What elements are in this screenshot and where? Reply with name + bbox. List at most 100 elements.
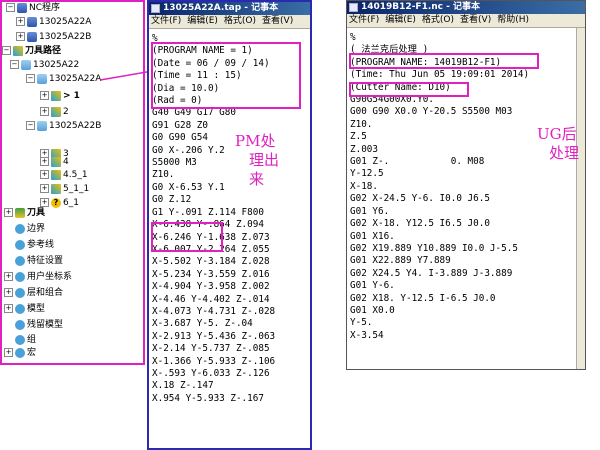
highlight-box-header — [151, 42, 301, 109]
tree-item[interactable]: 组 — [4, 334, 36, 347]
tree-item-label: 边界 — [27, 224, 46, 234]
expand-toggle-icon[interactable]: + — [4, 348, 13, 357]
menu-help[interactable]: 帮助(H) — [497, 15, 529, 25]
tree-item[interactable]: − 刀具路径 — [2, 45, 61, 58]
tree-item[interactable]: +13025A22A — [16, 16, 91, 29]
expand-toggle-icon[interactable]: + — [4, 272, 13, 281]
menu-edit[interactable]: 编辑(E) — [187, 16, 218, 26]
menu-view[interactable]: 查看(V) — [262, 16, 293, 26]
expand-toggle-icon[interactable]: + — [40, 157, 49, 166]
expand-toggle-icon[interactable]: − — [6, 3, 15, 12]
vertical-scrollbar[interactable] — [576, 28, 585, 369]
code-line: X.954 Y-5.933 Z-.167 — [152, 392, 264, 404]
highlight-box-cutter-name — [349, 82, 469, 97]
tree-item[interactable]: +2 — [40, 106, 69, 119]
folder-icon — [21, 59, 31, 70]
tree-item[interactable]: +13025A22B — [16, 31, 91, 44]
tree-item-label: 5_1_1 — [63, 184, 90, 194]
menu-edit[interactable]: 编辑(E) — [385, 15, 416, 25]
tree-item-label: NC程序 — [29, 3, 61, 13]
expand-toggle-icon[interactable]: − — [2, 46, 11, 55]
code-line: X-5.502 Y-3.184 Z.028 — [152, 256, 270, 268]
code-line: X-1.366 Y-5.933 Z-.106 — [152, 355, 276, 367]
expand-toggle-icon[interactable]: + — [40, 91, 49, 100]
tree-item-label: 13025A22A — [39, 17, 92, 27]
tree-item[interactable]: − 13025A22A — [26, 73, 101, 86]
highlight-box-spindle — [151, 222, 223, 252]
tree-item[interactable]: 参考线 — [4, 239, 54, 252]
tree-item[interactable]: + 层和组合 — [4, 287, 63, 300]
group-icon — [15, 334, 25, 345]
code-line: G0 G90 G54 — [152, 132, 208, 144]
expand-toggle-icon[interactable]: + — [40, 107, 49, 116]
text-area[interactable]: %( 法兰克后处理 ) (PROGRAM NAME: 14019B12-F1) (T… — [347, 28, 585, 342]
code-line: X-4.46 Y-4.402 Z-.014 — [152, 293, 270, 305]
tree-item-label: 4.5_1 — [63, 170, 88, 180]
tree-item[interactable]: + 用户坐标系 — [4, 271, 72, 284]
tree-item-label: 特征设置 — [27, 256, 64, 266]
tree-item-label: 6_1 — [63, 198, 79, 208]
tree-item-label: 宏 — [27, 348, 37, 358]
code-line: X-4.904 Y-3.958 Z.002 — [152, 281, 270, 293]
code-line: G02 X19.889 Y10.889 I0.0 J-5.5 — [350, 242, 518, 254]
tree-item[interactable]: − 13025A22 — [10, 59, 79, 72]
menu-format[interactable]: 格式(O) — [224, 16, 256, 26]
expand-toggle-icon[interactable]: + — [40, 198, 49, 207]
folder-icon — [37, 73, 47, 84]
tree-item-label: 残留模型 — [27, 320, 64, 330]
tree-item[interactable]: 边界 — [4, 223, 45, 236]
tree-item[interactable]: + 宏 — [4, 347, 36, 360]
expand-toggle-icon[interactable]: − — [26, 121, 35, 130]
tree-item[interactable]: +5_1_1 — [40, 183, 89, 196]
tree-item[interactable]: +4.5_1 — [40, 169, 88, 182]
tree-item-label: 刀具路径 — [25, 46, 62, 56]
expand-toggle-icon[interactable]: + — [40, 184, 49, 193]
expand-toggle-icon[interactable]: − — [26, 74, 35, 83]
menu-view[interactable]: 查看(V) — [460, 15, 491, 25]
window-title: 14019B12-F1.nc - 记事本 — [361, 2, 481, 12]
title-bar[interactable]: 14019B12-F1.nc - 记事本 — [347, 1, 585, 14]
menu-file[interactable]: 文件(F) — [151, 16, 181, 26]
code-line: G0 X-6.53 Y.1 — [152, 181, 225, 193]
expand-toggle-icon[interactable]: + — [4, 304, 13, 313]
code-line: G02 X18. Y-12.5 I-6.5 J0.0 — [350, 292, 496, 304]
tree-item-label: > 1 — [63, 91, 80, 101]
boundary-icon — [15, 223, 25, 234]
tree-item[interactable]: + 刀具 — [4, 207, 45, 220]
tree-item-label: 13025A22B — [39, 32, 92, 42]
tree-item[interactable]: +? 6_1 — [40, 197, 79, 210]
annotation-line: 来 — [249, 170, 265, 188]
explorer-tree-panel: − NC程序 +13025A22A +13025A22B − 刀具路径 −13025A22−… — [0, 0, 145, 365]
code-line: S5000 M3 — [152, 157, 197, 169]
tree-item[interactable]: 残留模型 — [4, 319, 63, 332]
nc-file-icon — [27, 16, 37, 27]
expand-toggle-icon[interactable]: + — [40, 170, 49, 179]
tool-icon — [15, 207, 25, 218]
tree-item[interactable]: − 13025A22B — [26, 120, 101, 133]
reference-line-icon — [15, 239, 25, 250]
toolpath-item-icon — [51, 169, 61, 180]
expand-toggle-icon[interactable]: + — [16, 17, 25, 26]
tree-item[interactable]: + > 1 — [40, 90, 80, 103]
tree-item[interactable]: 特征设置 — [4, 255, 63, 268]
code-line: G01 X22.889 Y7.889 — [350, 255, 451, 267]
menu-file[interactable]: 文件(F) — [349, 15, 379, 25]
code-line: X-18. — [350, 180, 378, 192]
code-line: G0 X-.206 Y.2 — [152, 144, 225, 156]
tree-item[interactable]: +4 — [40, 156, 69, 169]
menu-format[interactable]: 格式(O) — [422, 15, 454, 25]
tree-item[interactable]: + 模型 — [4, 303, 45, 316]
pm-annotation: PM处 理出 来 — [235, 132, 279, 189]
code-line: G01 Y6. — [350, 205, 390, 217]
macro-icon — [15, 347, 25, 358]
title-bar[interactable]: 13025A22A.tap - 记事本 — [149, 2, 310, 15]
notepad-icon — [151, 4, 160, 13]
model-icon — [15, 303, 25, 314]
tree-item-label: 组 — [27, 335, 37, 345]
tree-item-label: 13025A22B — [49, 121, 102, 131]
tree-item[interactable]: − NC程序 — [6, 2, 60, 15]
expand-toggle-icon[interactable]: + — [4, 208, 13, 217]
expand-toggle-icon[interactable]: − — [10, 60, 19, 69]
expand-toggle-icon[interactable]: + — [16, 32, 25, 41]
expand-toggle-icon[interactable]: + — [4, 288, 13, 297]
